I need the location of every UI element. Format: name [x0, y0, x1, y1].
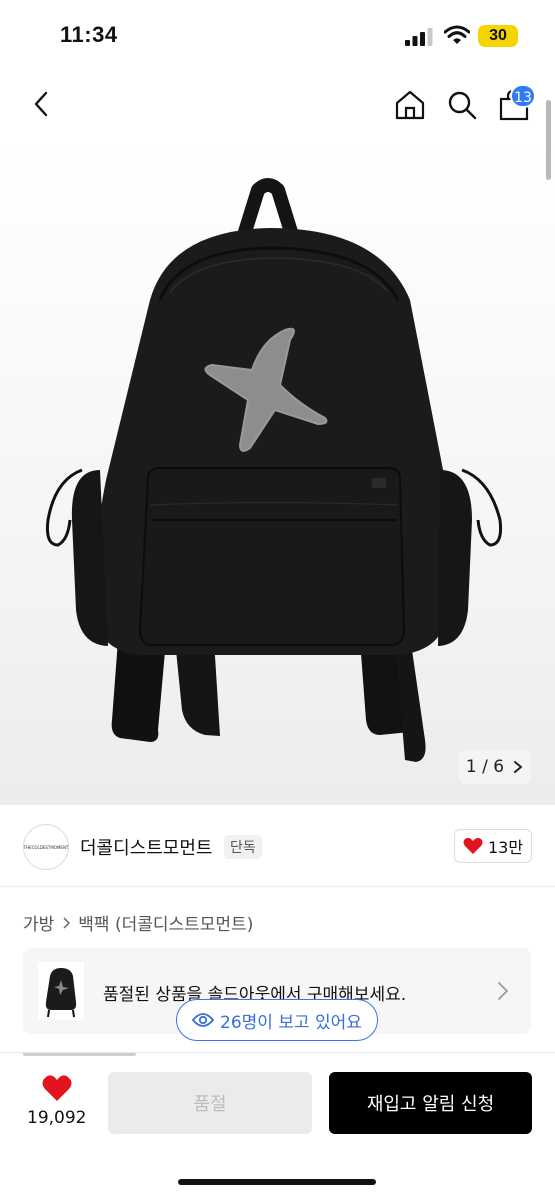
wifi-icon — [444, 25, 470, 44]
cart-count-badge: 13 — [510, 84, 536, 108]
product-image[interactable] — [0, 140, 555, 805]
brand-logo[interactable]: THECOLDESTMOMENT — [23, 824, 69, 870]
home-button[interactable] — [390, 85, 430, 125]
heart-icon — [463, 837, 483, 854]
chevron-right-icon — [514, 761, 523, 773]
image-pager-button[interactable]: 1 / 6 — [459, 750, 531, 784]
soldout-button[interactable]: 품절 — [108, 1072, 312, 1134]
backpack-thumbnail — [38, 962, 84, 1020]
chevron-right-icon — [63, 916, 71, 929]
home-indicator — [178, 1179, 376, 1185]
viewers-count-pill: 26명이 보고 있어요 — [176, 999, 378, 1041]
scroll-indicator — [546, 100, 551, 180]
divider — [0, 886, 555, 887]
brand-like-count: 13만 — [487, 838, 524, 857]
brand-name-link[interactable]: 더콜디스트모먼트 — [80, 834, 212, 860]
bottom-bar-divider — [0, 1052, 555, 1053]
product-like-count: 19,092 — [27, 1108, 87, 1128]
chevron-right-icon — [498, 982, 509, 1000]
home-icon — [395, 90, 425, 120]
restock-alert-button[interactable]: 재입고 알림 신청 — [329, 1072, 532, 1134]
exclusive-badge: 단독 — [224, 835, 262, 859]
brand-like-button[interactable]: 13만 — [454, 829, 532, 863]
viewers-count-text: 26명이 보고 있어요 — [220, 1012, 362, 1033]
back-button[interactable] — [24, 86, 58, 122]
battery-indicator: 30 — [478, 25, 518, 47]
breadcrumb-category[interactable]: 가방 — [23, 910, 54, 935]
breadcrumb: 가방 백팩 (더콜디스트모먼트) — [23, 910, 253, 935]
status-time: 11:34 — [60, 22, 118, 47]
breadcrumb-subcategory[interactable]: 백팩 (더콜디스트모먼트) — [78, 910, 253, 935]
search-button[interactable] — [442, 85, 482, 125]
backpack-image — [46, 178, 502, 762]
eye-icon — [192, 1013, 215, 1027]
brand-logo-wordmark: THECOLDESTMOMENT — [23, 844, 69, 850]
chevron-left-icon — [34, 91, 48, 117]
heart-icon[interactable] — [42, 1074, 72, 1102]
cellular-signal-icon — [405, 28, 433, 46]
search-icon — [448, 91, 477, 120]
image-pager-label: 1 / 6 — [465, 757, 505, 777]
